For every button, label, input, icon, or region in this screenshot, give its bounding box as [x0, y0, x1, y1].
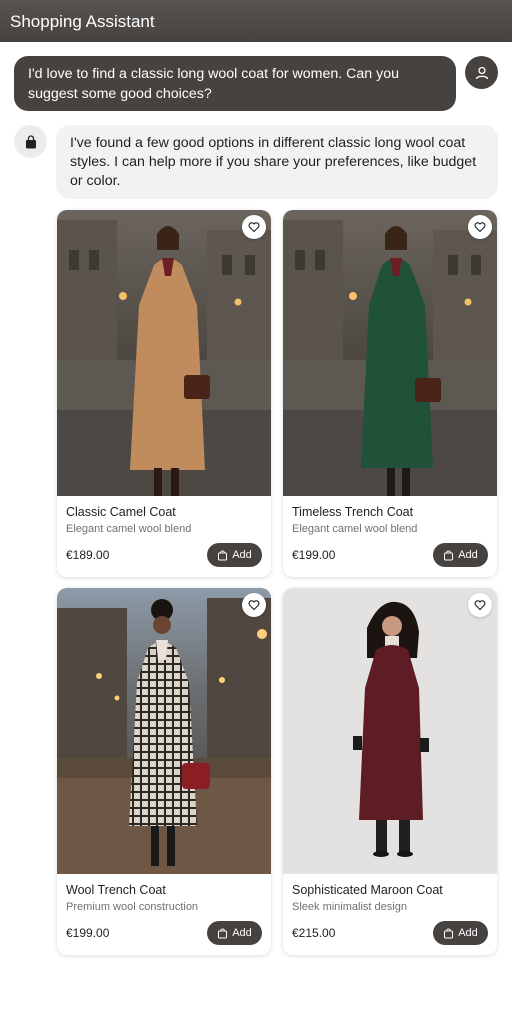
product-price: €189.00	[66, 548, 110, 562]
bag-icon	[444, 928, 454, 938]
product-price: €199.00	[292, 548, 336, 562]
product-card[interactable]: Classic Camel Coat Elegant camel wool bl…	[57, 210, 271, 577]
product-image	[57, 588, 271, 874]
bag-icon	[218, 550, 228, 560]
product-image	[283, 210, 497, 496]
app-header: Shopping Assistant	[0, 0, 512, 42]
product-name: Wool Trench Coat	[66, 883, 166, 897]
add-to-cart-button[interactable]: Add	[207, 543, 262, 567]
add-button-label: Add	[232, 549, 252, 561]
favorite-button[interactable]	[468, 593, 492, 617]
add-to-cart-button[interactable]: Add	[433, 543, 488, 567]
product-card[interactable]: Wool Trench Coat Premium wool constructi…	[57, 588, 271, 955]
add-button-label: Add	[458, 549, 478, 561]
add-button-label: Add	[232, 927, 252, 939]
product-price: €199.00	[66, 926, 110, 940]
product-name: Sophisticated Maroon Coat	[292, 883, 443, 897]
product-card[interactable]: Sophisticated Maroon Coat Sleek minimali…	[283, 588, 497, 955]
app-title: Shopping Assistant	[10, 12, 155, 31]
add-to-cart-button[interactable]: Add	[207, 921, 262, 945]
product-price: €215.00	[292, 926, 336, 940]
product-card[interactable]: Timeless Trench Coat Elegant camel wool …	[283, 210, 497, 577]
bag-icon	[444, 550, 454, 560]
assistant-avatar	[14, 125, 47, 158]
heart-icon	[474, 222, 486, 233]
add-button-label: Add	[458, 927, 478, 939]
user-message-text: I'd love to find a classic long wool coa…	[28, 66, 399, 102]
product-description: Premium wool construction	[66, 901, 199, 913]
user-avatar	[465, 56, 498, 89]
shopping-bag-icon	[25, 134, 36, 148]
assistant-message-bubble: I've found a few good options in differe…	[56, 125, 498, 199]
product-description: Elegant camel wool blend	[292, 523, 418, 535]
assistant-message-text: I've found a few good options in differe…	[70, 135, 477, 189]
product-description: Sleek minimalist design	[292, 901, 407, 913]
heart-icon	[248, 222, 260, 233]
favorite-button[interactable]	[242, 215, 266, 239]
favorite-button[interactable]	[468, 215, 492, 239]
bag-icon	[218, 928, 228, 938]
product-image	[283, 588, 497, 874]
product-name: Timeless Trench Coat	[292, 505, 414, 519]
person-icon	[475, 66, 488, 79]
favorite-button[interactable]	[242, 593, 266, 617]
product-image	[57, 210, 271, 496]
user-message-bubble: I'd love to find a classic long wool coa…	[14, 56, 456, 111]
heart-icon	[474, 600, 486, 611]
product-description: Elegant camel wool blend	[66, 523, 192, 535]
add-to-cart-button[interactable]: Add	[433, 921, 488, 945]
product-name: Classic Camel Coat	[66, 505, 176, 519]
heart-icon	[248, 600, 260, 611]
